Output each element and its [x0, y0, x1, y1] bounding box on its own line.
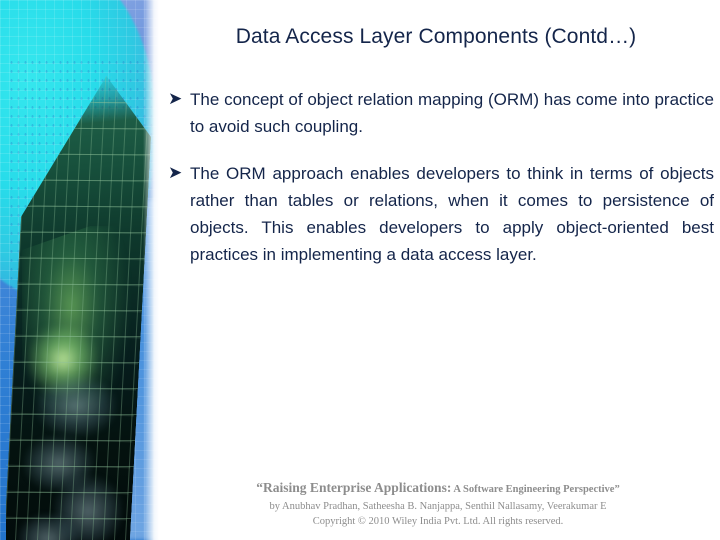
footer-book-title-subtitle: A Software Engineering Perspective” [451, 484, 620, 495]
bullet-item: ➤ The ORM approach enables developers to… [168, 160, 714, 268]
footer-copyright: Copyright © 2010 Wiley India Pvt. Ltd. A… [312, 516, 564, 527]
bullet-text: The concept of object relation mapping (… [190, 90, 714, 136]
arrow-bullet-icon: ➤ [168, 89, 183, 109]
image-right-fade [143, 0, 159, 540]
bullet-text: The ORM approach enables developers to t… [190, 164, 714, 264]
arrow-bullet-icon: ➤ [168, 163, 183, 183]
footer-book-title-main: “Raising Enterprise Applications: [256, 480, 452, 495]
footer-authors: by Anubhav Pradhan, Satheesha B. Nanjapp… [269, 501, 607, 512]
slide-footer: “Raising Enterprise Applications: A Soft… [160, 480, 716, 529]
slide-decoration-image [0, 0, 159, 540]
skyscraper-tower [6, 76, 156, 540]
slide-body: ➤ The concept of object relation mapping… [168, 86, 714, 288]
bullet-item: ➤ The concept of object relation mapping… [168, 86, 714, 140]
slide-title: Data Access Layer Components (Contd…) [235, 25, 637, 48]
footer-book-title: “Raising Enterprise Applications: A Soft… [160, 480, 716, 498]
